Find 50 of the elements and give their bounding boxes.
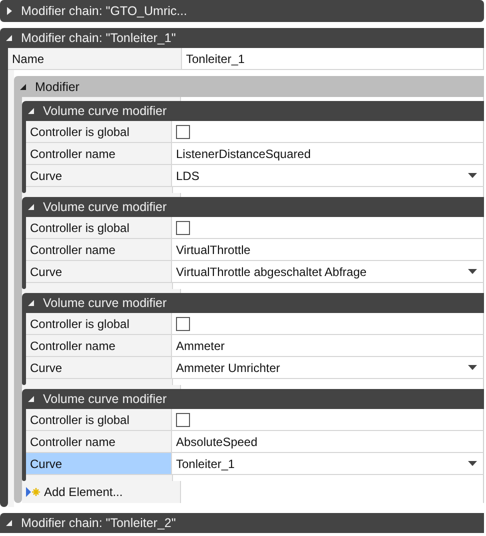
dropdown-caret-icon[interactable] (468, 365, 477, 370)
expanded-triangle-icon[interactable] (28, 203, 35, 211)
checkbox[interactable] (176, 220, 190, 234)
property-label[interactable]: Controller is global (26, 313, 172, 334)
property-label[interactable]: Controller name (26, 143, 172, 164)
modifier-header[interactable]: Volume curve modifier (22, 197, 484, 217)
property-label[interactable]: Curve (26, 165, 172, 186)
chain-header[interactable]: Modifier chain: "Tonleiter_1" (0, 28, 484, 48)
modifier-rail (22, 217, 26, 289)
modifier-header[interactable]: Volume curve modifier (22, 293, 484, 313)
modifier-title: Volume curve modifier (43, 104, 167, 118)
dropdown-caret-icon[interactable] (468, 173, 477, 178)
chain-title: Modifier chain: "GTO_Umric... (21, 4, 188, 18)
collapsed-triangle-icon[interactable] (6, 7, 13, 15)
add-sparkle-icon (26, 487, 40, 497)
property-label[interactable]: Controller is global (26, 409, 172, 430)
expanded-triangle-icon[interactable] (6, 34, 13, 42)
property-label[interactable]: Controller name (26, 239, 172, 260)
modifier-header[interactable]: Volume curve modifier (22, 101, 484, 121)
checkbox[interactable] (176, 412, 190, 426)
expanded-triangle-icon[interactable] (6, 519, 13, 527)
property-label[interactable]: Curve (26, 261, 172, 282)
property-label[interactable]: Controller name (26, 335, 172, 356)
expanded-triangle-icon[interactable] (28, 299, 35, 307)
chain-title: Modifier chain: "Tonleiter_1" (21, 31, 176, 45)
checkbox[interactable] (176, 124, 190, 138)
chain-header[interactable]: Modifier chain: "Tonleiter_2" (0, 513, 484, 533)
modifier-title: Volume curve modifier (43, 392, 167, 406)
modifier-rail (22, 121, 26, 193)
modifier-rail (22, 409, 26, 481)
modifier-rail (22, 313, 26, 385)
chain-header[interactable]: Modifier chain: "GTO_Umric... (0, 0, 484, 22)
property-label[interactable]: Name (8, 48, 182, 69)
property-label[interactable]: Curve (26, 357, 172, 378)
modifier-title: Volume curve modifier (43, 200, 167, 214)
property-label[interactable]: Controller is global (26, 121, 172, 142)
expanded-triangle-icon[interactable] (28, 395, 35, 403)
dropdown-caret-icon[interactable] (468, 269, 477, 274)
expanded-triangle-icon[interactable] (20, 82, 27, 90)
property-label[interactable]: Curve (26, 453, 172, 474)
group-title: Modifier (35, 80, 80, 94)
chain-title: Modifier chain: "Tonleiter_2" (21, 516, 176, 530)
expanded-triangle-icon[interactable] (28, 107, 35, 115)
checkbox[interactable] (176, 316, 190, 330)
modifier-title: Volume curve modifier (43, 296, 167, 310)
dropdown-caret-icon[interactable] (468, 461, 477, 466)
property-label[interactable]: Controller name (26, 431, 172, 452)
property-label[interactable]: Controller is global (26, 217, 172, 238)
modifier-header[interactable]: Volume curve modifier (22, 389, 484, 409)
group-header[interactable]: Modifier (14, 76, 484, 97)
